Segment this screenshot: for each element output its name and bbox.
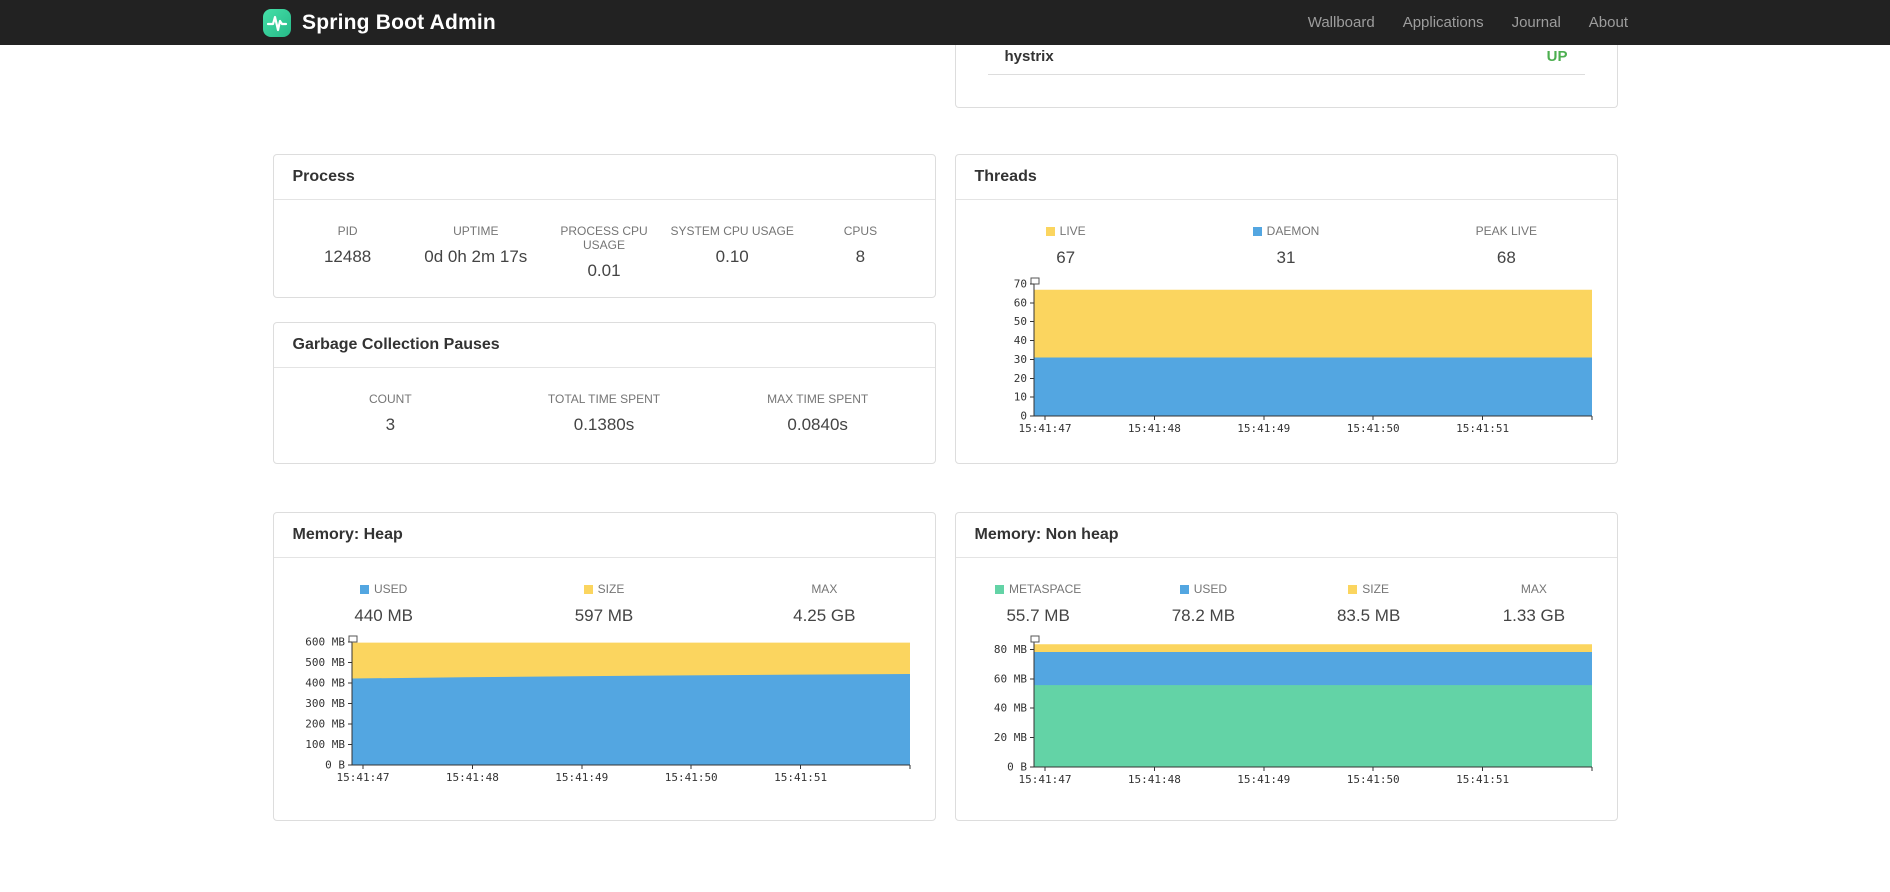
process-card-title: Process <box>273 155 935 200</box>
svg-text:15:41:51: 15:41:51 <box>1456 773 1509 786</box>
svg-text:15:41:50: 15:41:50 <box>664 771 717 784</box>
svg-text:80 MB: 80 MB <box>993 643 1026 656</box>
svg-text:200 MB: 200 MB <box>305 718 345 731</box>
metaspace-swatch-icon <box>995 584 1004 594</box>
legend-nonheap-size: SIZE 83.5 MB <box>1336 582 1401 625</box>
legend-nonheap-max: MAX 1.33 GB <box>1502 582 1566 625</box>
nav-item-wallboard[interactable]: Wallboard <box>1308 14 1375 31</box>
main-content: Process PID 12488 UPTIME 0d 0h 2m 17s PR… <box>272 45 1618 821</box>
used-swatch-icon <box>359 584 369 594</box>
svg-text:70: 70 <box>1013 278 1026 291</box>
svg-text:60 MB: 60 MB <box>993 672 1026 685</box>
live-swatch-icon <box>1045 226 1055 236</box>
application-status-card: hystrix UP <box>954 45 1618 108</box>
memory-nonheap-legend: METASPACE 55.7 MB USED 78.2 MB SIZE 83.5… <box>956 582 1617 626</box>
threads-chart-canvas: 0 10 20 30 40 50 60 70 15:41:47 15:41:48 15:41:49 1… <box>956 276 1617 451</box>
svg-text:15:41:47: 15:41:47 <box>336 771 389 784</box>
svg-text:15:41:47: 15:41:47 <box>1018 422 1071 435</box>
svg-text:20 MB: 20 MB <box>993 731 1026 744</box>
metric-cpus: CPUS 8 <box>843 224 878 266</box>
size-swatch-icon <box>583 584 593 594</box>
metric-gc-total-time: TOTAL TIME SPENT 0.1380s <box>547 392 661 434</box>
nav-item-applications[interactable]: Applications <box>1403 14 1484 31</box>
brand[interactable]: Spring Boot Admin <box>262 8 496 38</box>
garbage-collection-card: Garbage Collection Pauses COUNT 3 TOTAL … <box>272 322 936 464</box>
svg-text:15:41:48: 15:41:48 <box>1127 422 1180 435</box>
threads-legend: LIVE 67 DAEMON 31 PEAK LIVE 68 <box>956 224 1617 268</box>
memory-heap-card: Memory: Heap USED 440 MB SIZE 597 MB MAX… <box>272 512 936 821</box>
threads-card-title: Threads <box>955 155 1617 200</box>
metric-pid: PID 12488 <box>323 224 372 266</box>
svg-text:15:41:50: 15:41:50 <box>1346 773 1399 786</box>
svg-text:15:41:50: 15:41:50 <box>1346 422 1399 435</box>
svg-text:60: 60 <box>1013 296 1026 309</box>
daemon-swatch-icon <box>1252 226 1262 236</box>
memory-nonheap-card: Memory: Non heap METASPACE 55.7 MB USED … <box>954 512 1618 821</box>
legend-heap-max: MAX 4.25 GB <box>793 582 856 625</box>
nav-item-about[interactable]: About <box>1589 14 1628 31</box>
legend-nonheap-metaspace: METASPACE 55.7 MB <box>956 582 1121 626</box>
svg-text:15:41:51: 15:41:51 <box>774 771 827 784</box>
right-column: hystrix UP Threads LIVE 67 DAEMON 31 PEA… <box>954 45 1618 821</box>
svg-text:0 B: 0 B <box>325 759 345 772</box>
brand-logo-icon <box>262 8 292 38</box>
svg-text:15:41:49: 15:41:49 <box>555 771 608 784</box>
svg-text:0 B: 0 B <box>1007 761 1027 774</box>
metric-system-cpu-usage: SYSTEM CPU USAGE 0.10 <box>670 224 794 266</box>
svg-text:400 MB: 400 MB <box>305 677 345 690</box>
svg-text:15:41:48: 15:41:48 <box>445 771 498 784</box>
metric-gc-max-time: MAX TIME SPENT 0.0840s <box>767 392 869 434</box>
svg-text:30: 30 <box>1013 353 1026 366</box>
svg-text:500 MB: 500 MB <box>305 656 345 669</box>
metric-gc-count: COUNT 3 <box>369 392 412 434</box>
legend-heap-used: USED 440 MB <box>354 582 413 625</box>
svg-text:0: 0 <box>1020 410 1027 423</box>
svg-text:100 MB: 100 MB <box>305 738 345 751</box>
garbage-collection-card-title: Garbage Collection Pauses <box>273 323 935 368</box>
legend-threads-live: LIVE 67 <box>956 224 1176 268</box>
gc-metrics: COUNT 3 TOTAL TIME SPENT 0.1380s MAX TIM… <box>274 368 935 435</box>
memory-nonheap-card-title: Memory: Non heap <box>955 513 1617 558</box>
svg-text:15:41:47: 15:41:47 <box>1018 773 1071 786</box>
svg-text:15:41:49: 15:41:49 <box>1237 422 1290 435</box>
threads-card: Threads LIVE 67 DAEMON 31 PEAK LIVE 68 0… <box>954 154 1618 464</box>
size-swatch-icon <box>1348 584 1358 594</box>
svg-text:20: 20 <box>1013 372 1026 385</box>
legend-nonheap-used: USED 78.2 MB <box>1171 582 1236 625</box>
metric-uptime: UPTIME 0d 0h 2m 17s <box>424 224 528 266</box>
svg-text:50: 50 <box>1013 315 1026 328</box>
svg-text:15:41:51: 15:41:51 <box>1456 422 1509 435</box>
svg-text:600 MB: 600 MB <box>305 636 345 649</box>
legend-threads-peak-live: PEAK LIVE 68 <box>1475 224 1537 267</box>
process-metrics: PID 12488 UPTIME 0d 0h 2m 17s PROCESS CP… <box>274 200 935 281</box>
memory-heap-card-title: Memory: Heap <box>273 513 935 558</box>
legend-heap-size: SIZE 597 MB <box>574 582 634 625</box>
metric-process-cpu-usage: PROCESS CPU USAGE 0.01 <box>560 224 648 280</box>
svg-text:40: 40 <box>1013 334 1026 347</box>
navbar: Spring Boot Admin Wallboard Applications… <box>0 0 1890 45</box>
memory-heap-chart-canvas: 0 B 100 MB 200 MB 300 MB 400 MB 500 MB 600 MB 1… <box>274 634 935 800</box>
svg-text:15:41:48: 15:41:48 <box>1127 773 1180 786</box>
brand-title: Spring Boot Admin <box>302 10 496 34</box>
process-card: Process PID 12488 UPTIME 0d 0h 2m 17s PR… <box>272 154 936 298</box>
status-badge: UP <box>1546 48 1568 65</box>
used-swatch-icon <box>1179 584 1189 594</box>
memory-heap-legend: USED 440 MB SIZE 597 MB MAX 4.25 GB <box>274 582 935 626</box>
legend-threads-daemon: DAEMON 31 <box>1176 224 1396 268</box>
memory-nonheap-chart-canvas: 0 B 20 MB 40 MB 60 MB 80 MB 15:41:47 15:41:48 1… <box>956 634 1617 802</box>
svg-text:40 MB: 40 MB <box>993 702 1026 715</box>
application-name: hystrix <box>1004 48 1054 65</box>
nav-item-journal[interactable]: Journal <box>1512 14 1561 31</box>
svg-text:300 MB: 300 MB <box>305 697 345 710</box>
svg-text:15:41:49: 15:41:49 <box>1237 773 1290 786</box>
application-row[interactable]: hystrix UP <box>987 45 1585 75</box>
left-column: Process PID 12488 UPTIME 0d 0h 2m 17s PR… <box>272 45 936 821</box>
svg-text:10: 10 <box>1013 391 1026 404</box>
nav-links: Wallboard Applications Journal About <box>1308 14 1628 31</box>
